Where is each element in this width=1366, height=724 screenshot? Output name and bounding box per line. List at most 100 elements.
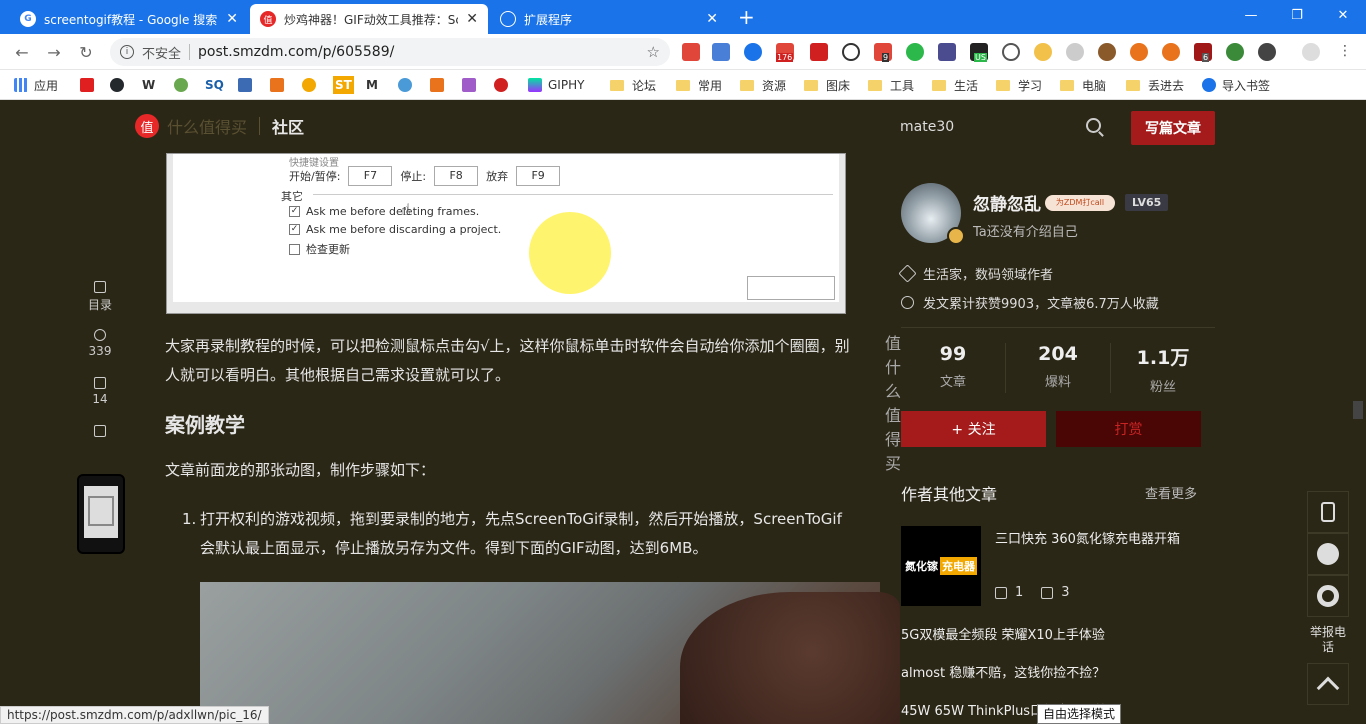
bookmark-star-icon[interactable]: ☆ bbox=[647, 43, 660, 61]
article-link[interactable]: 5G双模最全频段 荣耀X10上手体验 bbox=[901, 624, 1105, 643]
help-button[interactable] bbox=[1307, 575, 1349, 617]
reload-button[interactable]: ↻ bbox=[76, 42, 96, 62]
bookmark-folder-study[interactable]: 学习 bbox=[996, 76, 1042, 94]
bookmark-apps[interactable]: 应用 bbox=[14, 76, 58, 94]
community-link[interactable]: 社区 bbox=[272, 114, 304, 138]
page-scrollbar[interactable] bbox=[1350, 101, 1366, 724]
author-name[interactable]: 忽静忽乱 bbox=[973, 190, 1041, 215]
power-ext-icon[interactable] bbox=[842, 43, 860, 61]
wechat-icon bbox=[1317, 543, 1339, 565]
url-text[interactable]: post.smzdm.com/p/605589/ bbox=[198, 44, 394, 60]
info-icon[interactable]: i bbox=[120, 45, 134, 59]
address-bar[interactable]: i 不安全 post.smzdm.com/p/605589/ ☆ bbox=[110, 38, 670, 66]
follow-button[interactable]: + 关注 bbox=[901, 411, 1046, 447]
a-ext-icon[interactable]: US bbox=[970, 43, 988, 62]
tip-button[interactable]: 打赏 bbox=[1056, 411, 1201, 447]
mobile-button[interactable] bbox=[1307, 491, 1349, 533]
wechat-button[interactable] bbox=[1307, 533, 1349, 575]
bookmark-w[interactable]: W bbox=[142, 76, 155, 94]
article-thumbnail[interactable]: 氮化镓 充电器 bbox=[901, 526, 981, 606]
close-icon[interactable]: ✕ bbox=[226, 11, 238, 27]
bookmark-music[interactable] bbox=[462, 76, 482, 94]
yellow-ext-icon[interactable] bbox=[1034, 43, 1052, 61]
bookmark-st[interactable]: ST bbox=[333, 76, 354, 94]
restore-button[interactable]: ❐ bbox=[1274, 0, 1320, 30]
tab-extensions[interactable]: 扩展程序 ✕ bbox=[490, 4, 728, 34]
bookmark-play[interactable] bbox=[302, 76, 322, 94]
bookmark-green[interactable] bbox=[174, 76, 194, 94]
bookmark-r[interactable] bbox=[80, 76, 100, 94]
favorite-button[interactable]: 339 bbox=[80, 329, 120, 377]
bookmark-folder-resource[interactable]: 资源 bbox=[740, 76, 786, 94]
r-icon bbox=[80, 78, 94, 92]
bookmark-a[interactable] bbox=[430, 76, 450, 94]
cat-ext-icon[interactable] bbox=[1066, 43, 1084, 61]
emblem-icon bbox=[494, 78, 508, 92]
bookmark-folder-life[interactable]: 生活 bbox=[932, 76, 978, 94]
write-article-button[interactable]: 写篇文章 bbox=[1131, 111, 1215, 145]
back-button[interactable]: ← bbox=[12, 42, 32, 62]
forward-button[interactable]: → bbox=[44, 42, 64, 62]
new-tab-button[interactable]: + bbox=[738, 5, 755, 29]
mail-ext-icon[interactable]: 176 bbox=[776, 43, 794, 62]
globe-ext-icon[interactable] bbox=[1226, 43, 1244, 61]
bookmark-folder-image[interactable]: 图床 bbox=[804, 76, 850, 94]
bookmark-folder-drop[interactable]: 丢进去 bbox=[1126, 76, 1184, 94]
browser-toolbar: ← → ↻ i 不安全 post.smzdm.com/p/605589/ ☆ 1… bbox=[0, 34, 1366, 70]
bookmark-blue[interactable] bbox=[238, 76, 258, 94]
share-ext-icon[interactable] bbox=[1130, 43, 1148, 61]
toc-button[interactable]: 目录 bbox=[80, 281, 120, 329]
ninja-ext-icon[interactable] bbox=[1258, 43, 1276, 61]
menu-icon[interactable]: ⋮ bbox=[1338, 43, 1352, 59]
bookmark-m[interactable]: M bbox=[366, 76, 378, 94]
v-ext-icon[interactable] bbox=[744, 43, 762, 61]
author-avatar[interactable] bbox=[901, 183, 965, 245]
tab-smzdm-article[interactable]: 值 炒鸡神器！GIF动效工具推荐：Sc ✕ bbox=[250, 4, 488, 34]
stat-posts[interactable]: 204 爆料 bbox=[1006, 343, 1111, 393]
bookmark-import[interactable]: 导入书签 bbox=[1202, 76, 1270, 94]
site-logo[interactable]: 值 什么值得买 社区 bbox=[135, 114, 304, 138]
share-button[interactable] bbox=[80, 425, 120, 473]
bookmark-folder-forum[interactable]: 论坛 bbox=[610, 76, 656, 94]
search-icon[interactable] bbox=[1086, 118, 1101, 133]
translate-ext-icon[interactable] bbox=[712, 43, 730, 61]
ublock-ext-icon[interactable]: 6 bbox=[1194, 43, 1212, 62]
badge-count: 6 bbox=[1202, 53, 1210, 62]
bookmark-cloud[interactable] bbox=[398, 76, 418, 94]
bookmark-folder-tools[interactable]: 工具 bbox=[868, 76, 914, 94]
article-link[interactable]: 三口快充 360氮化镓充电器开箱 bbox=[995, 528, 1215, 547]
watermark: 值 什么值得买 bbox=[885, 334, 902, 473]
bookmark-folder-pc[interactable]: 电脑 bbox=[1060, 76, 1106, 94]
close-window-button[interactable]: ✕ bbox=[1320, 0, 1366, 30]
bookmark-emblem[interactable] bbox=[494, 76, 514, 94]
close-icon[interactable]: ✕ bbox=[466, 11, 478, 27]
comment-icon bbox=[1041, 586, 1054, 599]
view-more-link[interactable]: 查看更多 bbox=[1145, 483, 1197, 502]
back-to-top-button[interactable] bbox=[1307, 663, 1349, 705]
evernote-ext-icon[interactable] bbox=[906, 43, 924, 61]
scrollbar-thumb[interactable] bbox=[1353, 401, 1363, 419]
close-icon[interactable]: ✕ bbox=[706, 11, 718, 27]
cookie-ext-icon[interactable] bbox=[1098, 43, 1116, 61]
mi-ext-icon[interactable] bbox=[810, 43, 828, 61]
red-ext-icon[interactable]: 9 bbox=[874, 43, 892, 62]
ia-ext-icon[interactable] bbox=[938, 43, 956, 61]
bookmark-sq[interactable]: SQ bbox=[205, 76, 224, 94]
bookmark-orange[interactable] bbox=[270, 76, 290, 94]
bookmark-folder-common[interactable]: 常用 bbox=[676, 76, 722, 94]
comment-button[interactable]: 14 bbox=[80, 377, 120, 425]
profile-avatar[interactable] bbox=[1302, 43, 1320, 61]
search-ext-icon[interactable] bbox=[682, 43, 700, 61]
bookmark-giphy[interactable]: GIPHY bbox=[528, 76, 584, 94]
article-link[interactable]: almost 稳赚不赔，这钱你捡不捡？ bbox=[901, 662, 1105, 681]
search-input[interactable]: mate30 bbox=[900, 119, 954, 135]
report-phone-link[interactable]: 举报电话 bbox=[1307, 617, 1349, 663]
minimize-button[interactable]: — bbox=[1228, 0, 1274, 30]
mobile-qr-button[interactable] bbox=[77, 474, 125, 554]
tab-google-search[interactable]: G screentogif教程 - Google 搜索 ✕ bbox=[10, 4, 248, 34]
stat-fans[interactable]: 1.1万 粉丝 bbox=[1111, 343, 1215, 395]
infinity-ext-icon[interactable] bbox=[1162, 43, 1180, 61]
recycle-ext-icon[interactable] bbox=[1002, 43, 1020, 61]
bookmark-github[interactable] bbox=[110, 76, 130, 94]
stat-articles[interactable]: 99 文章 bbox=[901, 343, 1006, 393]
